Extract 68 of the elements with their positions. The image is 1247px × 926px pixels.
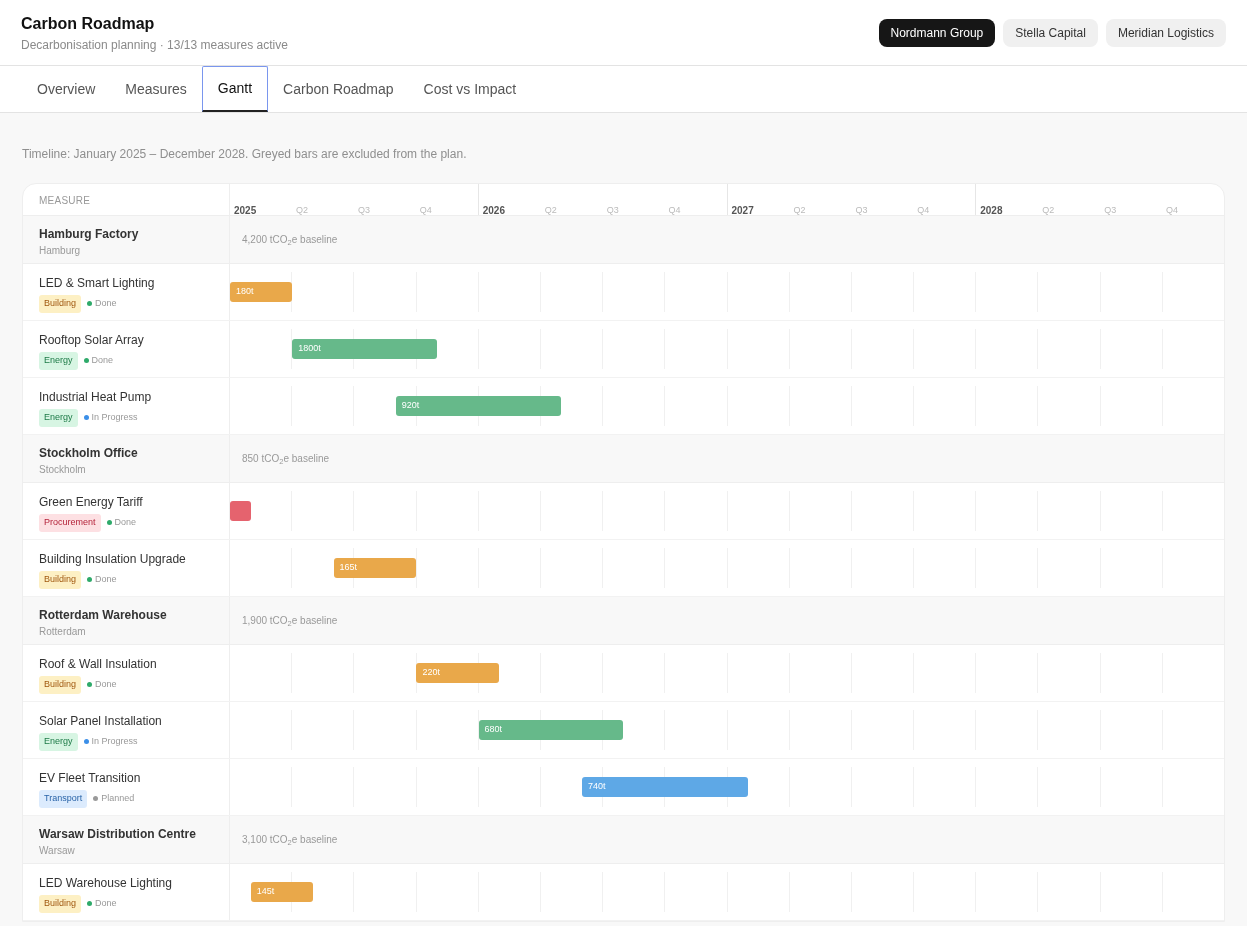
tab[interactable]: Gantt [201,66,269,112]
quarter-label: Q3 [606,205,619,215]
status-text: Done [95,573,117,586]
tab[interactable]: Measures [110,66,202,112]
quarter-label: Q4 [1166,205,1179,215]
measure-name: LED & Smart Lighting [39,275,156,292]
category-tag: Building [39,676,82,694]
site-city: Stockholm [39,463,87,477]
site-name: Stockholm Office [39,445,139,462]
measure-name: Rooftop Solar Array [39,332,145,349]
status-text: Planned [101,792,135,805]
measure-name: Industrial Heat Pump [39,389,153,406]
category-tag: Building [39,895,82,913]
baseline-text: 1,900 tCO$_{2}$e baseline [242,614,338,628]
status-text: Done [95,897,117,910]
year-label: 2028 [980,205,1003,216]
category-tag: Procurement [39,514,101,532]
quarter-label: Q3 [1104,205,1117,215]
site-city: Warsaw [39,844,76,858]
quarter-label: Q3 [855,205,868,215]
quarter-label: Q4 [419,205,432,215]
measure-name: Solar Panel Installation [39,713,163,730]
page-title: Carbon Roadmap [21,13,156,34]
quarter-label: Q4 [668,205,681,215]
status-text: Done [114,516,137,529]
site-name: Hamburg Factory [39,226,140,243]
tab[interactable]: Carbon Roadmap [268,66,409,112]
quarter-label: Q2 [793,205,806,215]
year-label: 2027 [731,205,754,216]
company-chip[interactable]: Stella Capital [1003,18,1098,47]
baseline-text: 850 tCO$_{2}$e baseline [242,452,329,466]
quarter-label: Q3 [357,205,370,215]
gantt-bar[interactable] [230,501,251,521]
page-subtitle: Decarbonisation planning · 13/13 measures active [21,36,288,54]
baseline-text: 4,200 tCO$_{2}$e baseline [242,233,338,247]
status-text: Done [95,678,117,691]
year-label: 2026 [482,205,505,216]
year-label: 2025 [234,205,257,216]
category-tag: Building [39,571,82,589]
category-tag: Energy [39,352,78,370]
category-tag: Building [39,295,82,313]
quarter-label: Q4 [917,205,930,215]
quarter-label: Q2 [295,205,308,215]
measure-name: Roof & Wall Insulation [39,656,158,673]
status-text: In Progress [91,411,138,424]
site-name: Warsaw Distribution Centre [39,826,197,843]
measure-name: Building Insulation Upgrade [39,551,187,568]
category-tag: Energy [39,733,78,751]
measure-name: Green Energy Tariff [39,494,144,511]
timeline-note: Timeline: January 2025 – December 2028. Greyed bars are excluded from the plan. [22,146,468,163]
measure-name: LED Warehouse Lighting [39,875,173,892]
baseline-text: 3,100 tCO$_{2}$e baseline [242,833,338,847]
tab[interactable]: Overview [22,66,111,112]
site-name: Rotterdam Warehouse [39,607,168,624]
site-city: Rotterdam [39,625,87,639]
category-tag: Energy [39,409,78,427]
category-tag: Transport [39,790,88,808]
status-text: In Progress [91,735,138,748]
quarter-label: Q2 [1042,205,1055,215]
column-header: MEASURE [23,184,230,215]
status-text: Done [91,354,114,367]
company-chip[interactable]: Meridian Logistics [1105,18,1226,47]
status-text: Done [95,297,117,310]
quarter-label: Q2 [544,205,557,215]
tab[interactable]: Cost vs Impact [408,66,532,112]
company-chip[interactable]: Nordmann Group [878,18,996,47]
measure-name: EV Fleet Transition [39,770,142,787]
site-city: Hamburg [39,244,82,258]
